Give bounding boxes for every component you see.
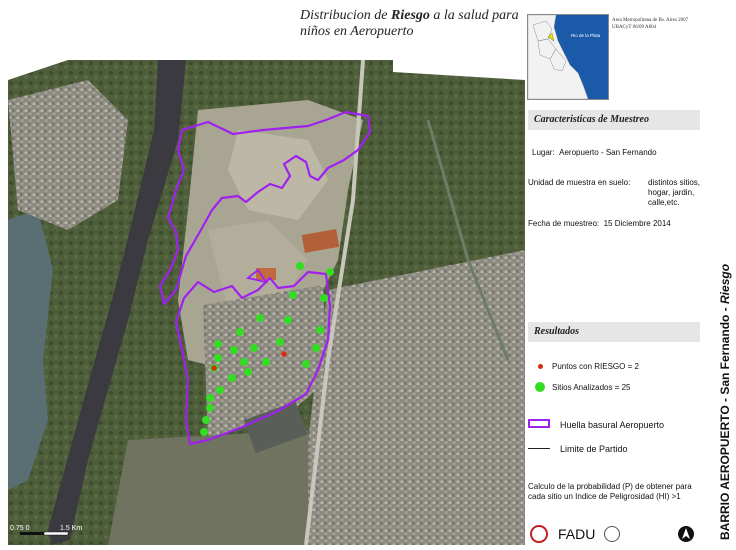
risk-point <box>281 351 287 357</box>
sample-site-point <box>250 344 258 352</box>
sample-site-point <box>206 404 214 412</box>
unidad-value-3: calle,etc. <box>648 198 680 207</box>
institution-seal-logo <box>604 526 620 542</box>
scale-left-label: 0.75 0 <box>10 525 30 532</box>
sample-site-point <box>296 262 304 270</box>
resultados-heading: Resultados <box>528 322 700 342</box>
muestreo-heading: Caracteristicas de Muestreo <box>528 110 700 130</box>
sample-site-point <box>326 268 334 276</box>
calculation-note: Calculo de la probabilidad (P) de obtene… <box>528 482 700 502</box>
sample-site-point <box>320 294 328 302</box>
lugar-row: Lugar: Aeropuerto - San Fernando <box>532 148 657 158</box>
sample-site-point <box>214 354 222 362</box>
aerial-map: 0.75 0 1.5 Km <box>8 60 525 545</box>
sample-site-point <box>244 368 252 376</box>
site-legend-label: Sitios Analizados = 25 <box>552 383 631 392</box>
vertical-title: BARRIO AEROPUERTO - San Fernando - Riesg… <box>718 263 732 540</box>
fadu-logo: FADU <box>558 526 596 542</box>
inset-note-line2: UBACyT 06/09 A804 <box>612 24 657 30</box>
unidad-value-1: distintos sitios, <box>648 178 701 187</box>
sample-site-point <box>276 338 284 346</box>
sample-site-point <box>228 374 236 382</box>
sample-site-point <box>312 344 320 352</box>
unidad-label: Unidad de muestra en suelo: <box>528 178 631 187</box>
risk-point <box>211 365 217 371</box>
sample-site-point <box>316 326 324 334</box>
fecha-row: Fecha de muestreo: 15 Diciembre 2014 <box>528 219 671 229</box>
sample-site-point <box>216 386 224 394</box>
neighborhood-right <box>298 250 525 545</box>
fecha-label: Fecha de muestreo: <box>528 219 600 228</box>
footprint-legend-label: Huella basural Aeropuerto <box>560 420 665 430</box>
map-title: Distribucion de Riesgo a la salud para n… <box>300 8 519 39</box>
lugar-value: Aeropuerto - San Fernando <box>559 148 657 157</box>
university-logo <box>530 525 548 543</box>
footprint-legend-symbol <box>528 419 550 428</box>
sample-site-point <box>214 340 222 348</box>
risk-point-legend-label: Puntos con RIESGO = 2 <box>552 362 639 371</box>
sample-site-point <box>240 358 248 366</box>
sample-site-point <box>256 314 264 322</box>
sample-site-point <box>206 394 214 402</box>
risk-point-legend-symbol <box>538 364 543 369</box>
fecha-value: 15 Diciembre 2014 <box>603 219 671 228</box>
sample-site-point <box>202 416 210 424</box>
unidad-value: distintos sitios, hogar, jardin, calle,e… <box>648 178 700 208</box>
sample-site-point <box>230 346 238 354</box>
lugar-label: Lugar: <box>532 148 555 157</box>
scale-right-label: 1.5 Km <box>60 525 82 532</box>
sample-site-point <box>302 360 310 368</box>
calculation-note-line2: cada sitio un Indice de Peligrosidad (HI… <box>528 492 681 501</box>
sample-site-point <box>289 291 297 299</box>
inset-river-label: Rio de la Plata <box>571 33 601 38</box>
north-arrow-icon <box>678 526 694 542</box>
boundary-legend-symbol <box>528 448 550 449</box>
site-legend-symbol <box>535 382 545 392</box>
sample-site-point <box>200 428 208 436</box>
inset-locator-map: Rio de la Plata <box>527 14 609 100</box>
sample-site-point <box>236 328 244 336</box>
inset-note: Area Metropolitana de Bs. Aires 2007 UBA… <box>612 18 702 31</box>
unidad-value-2: hogar, jardin, <box>648 188 695 197</box>
sample-site-point <box>284 316 292 324</box>
sample-site-point <box>262 358 270 366</box>
boundary-legend-label: Limite de Partido <box>560 444 628 454</box>
calculation-note-line1: Calculo de la probabilidad (P) de obtene… <box>528 482 692 491</box>
